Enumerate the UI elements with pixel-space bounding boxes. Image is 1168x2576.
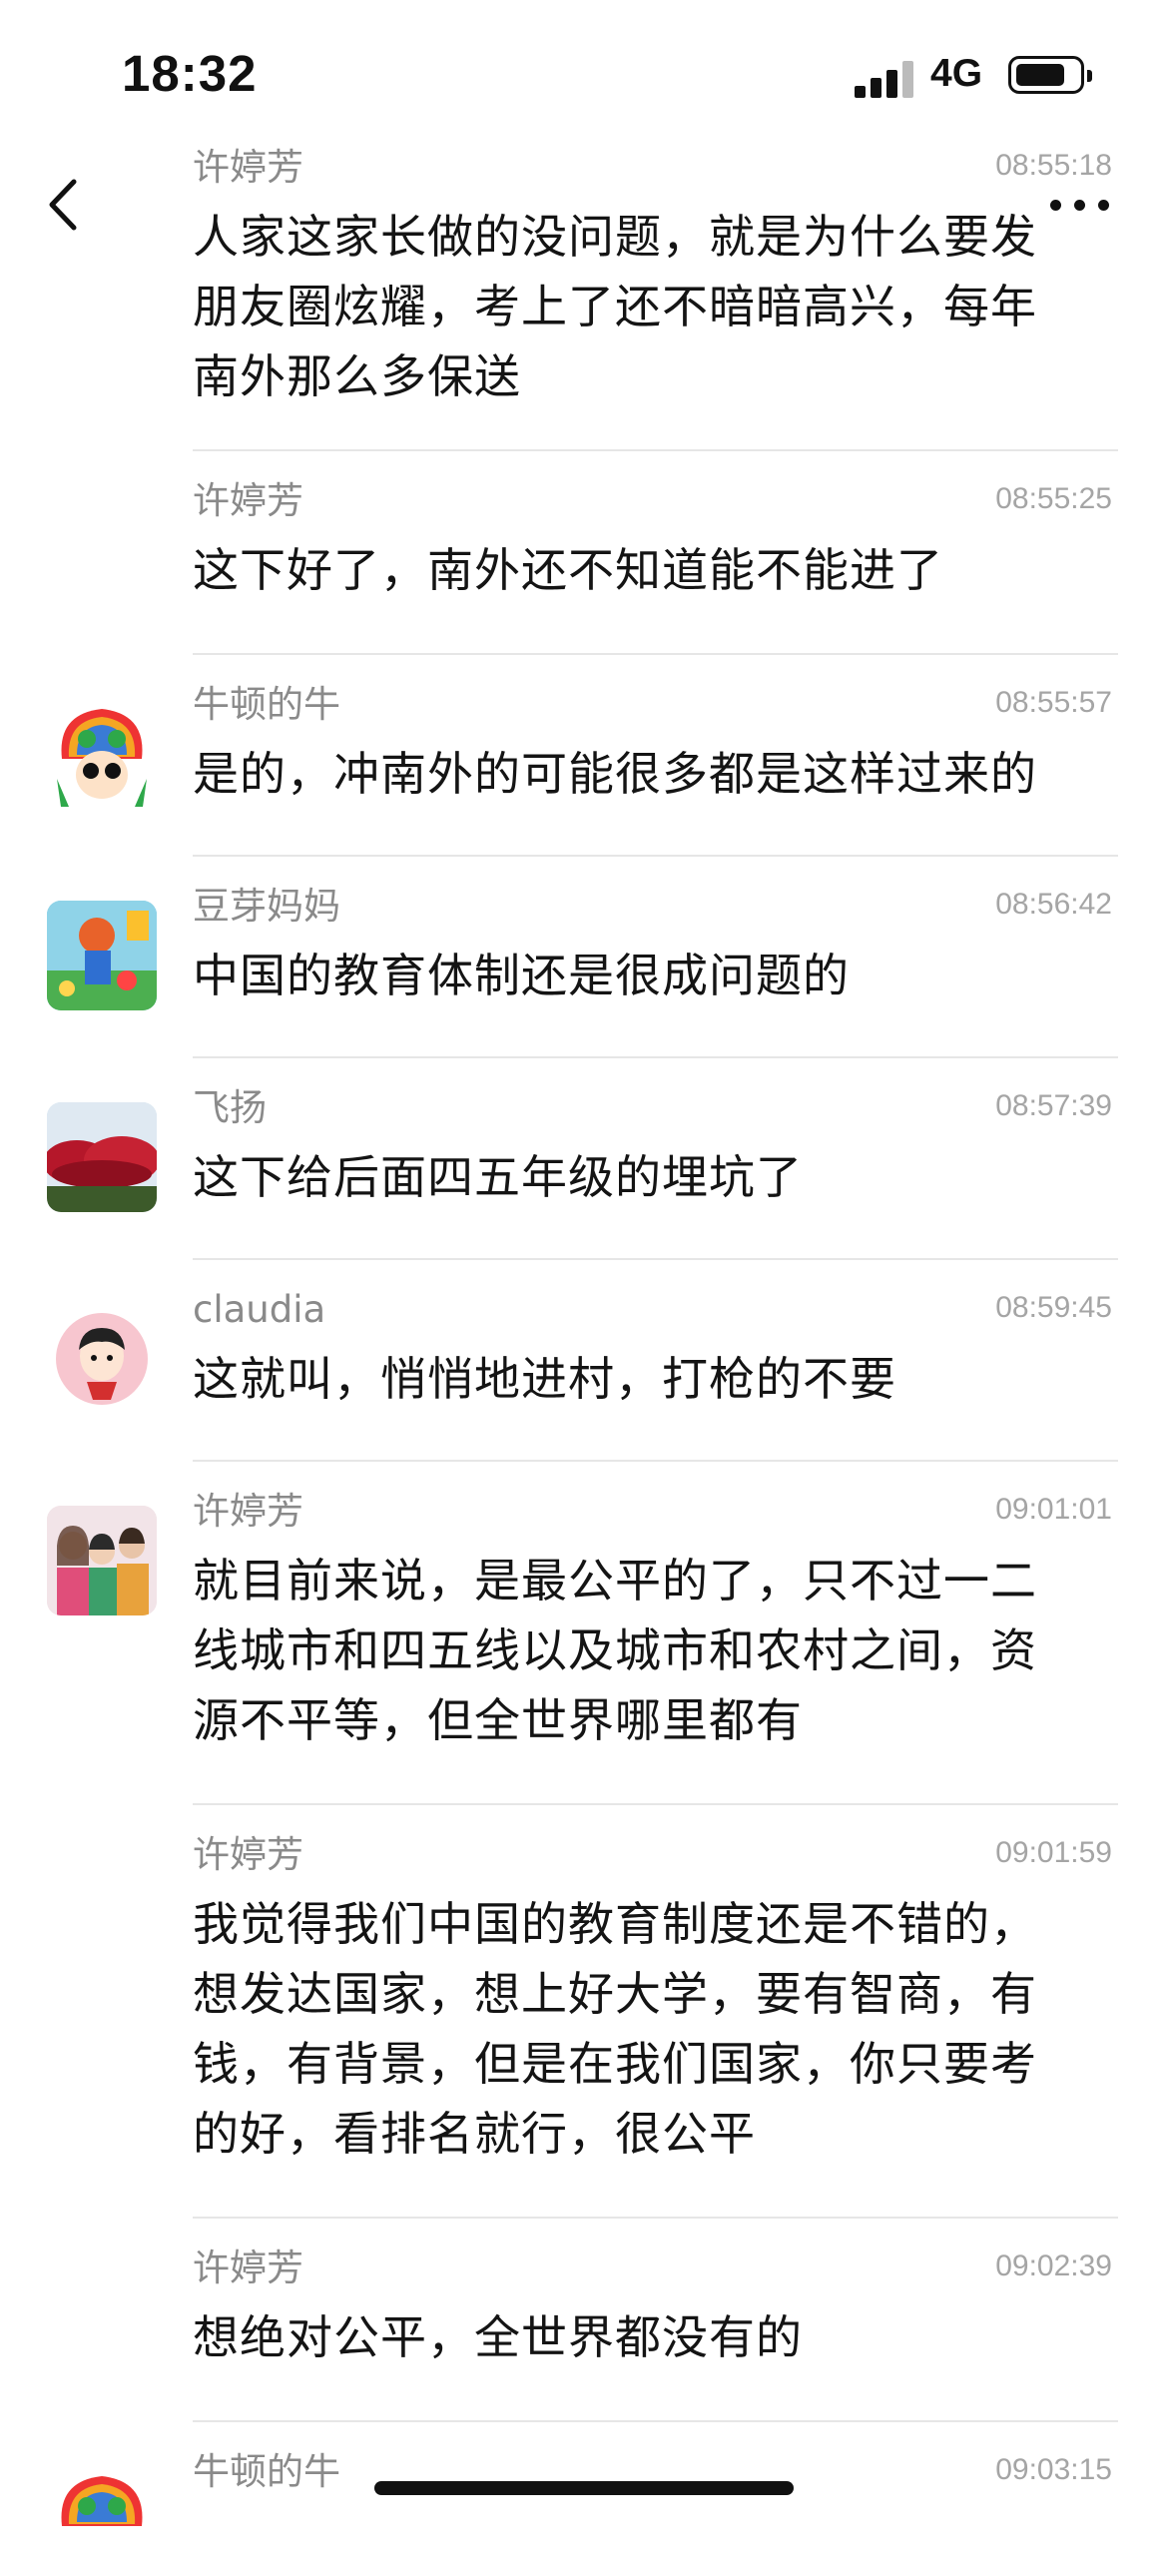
message-text: 就目前来说，是最公平的了，只不过一二 线城市和四五线以及城市和农村之间，资 源不… — [193, 1554, 1037, 1747]
avatar[interactable] — [47, 901, 157, 1010]
message-time: 09:02:39 — [995, 2250, 1112, 2282]
cellular-signal-icon — [855, 60, 914, 98]
home-indicator[interactable] — [374, 2481, 794, 2495]
sender-name: 许婷芳 — [193, 2247, 303, 2289]
message-text: 人家这家长做的没问题，就是为什么要发 朋友圈炫耀，考上了还不暗暗高兴，每年 南外… — [193, 210, 1037, 403]
message-text: 中国的教育体制还是很成问题的 — [193, 949, 850, 1002]
network-type: 4G — [930, 52, 983, 95]
family-photo-avatar — [47, 1506, 157, 1615]
sender-name: 许婷芳 — [193, 1490, 303, 1533]
cartoon-character-avatar — [61, 2476, 143, 2526]
message-list[interactable]: 许婷芳 08:55:18 人家这家长做的没问题，就是为什么要发 朋友圈炫耀，考上… — [0, 148, 1168, 2576]
message-text: 这就叫，悄悄地进村，打枪的不要 — [193, 1352, 896, 1406]
message-text: 想绝对公平，全世界都没有的 — [193, 2310, 803, 2364]
message-text: 这下给后面四五年级的埋坑了 — [193, 1150, 803, 1204]
sender-name: 牛顿的牛 — [193, 683, 340, 726]
message-time: 08:56:42 — [995, 888, 1112, 921]
message-time: 09:03:15 — [995, 2453, 1112, 2486]
message-time: 09:01:59 — [995, 1836, 1112, 1869]
message-item[interactable]: claudia 08:59:45 这就叫，悄悄地进村，打枪的不要 — [0, 1260, 1168, 1462]
message-time: 08:55:18 — [995, 149, 1112, 182]
message-time: 08:59:45 — [995, 1291, 1112, 1324]
message-item[interactable]: 牛顿的牛 08:55:57 是的，冲南外的可能很多都是这样过来的 — [0, 655, 1168, 857]
message-time: 08:55:25 — [995, 482, 1112, 515]
avatar[interactable] — [47, 1506, 157, 1615]
message-text: 我觉得我们中国的教育制度还是不错的， 想发达国家，想上好大学，要有智商，有 钱，… — [193, 1897, 1037, 2161]
message-time: 08:55:57 — [995, 686, 1112, 719]
sender-name: 许婷芳 — [193, 146, 303, 189]
message-item[interactable]: 许婷芳 09:01:01 就目前来说，是最公平的了，只不过一二 线城市和四五线以… — [0, 1462, 1168, 1805]
battery-icon — [1008, 56, 1092, 94]
message-item[interactable]: 豆芽妈妈 08:56:42 中国的教育体制还是很成问题的 — [0, 857, 1168, 1058]
sender-name: 豆芽妈妈 — [193, 885, 340, 928]
cartoon-boy-avatar — [56, 1313, 148, 1405]
status-bar: 18:32 4G — [0, 0, 1168, 150]
sender-name: claudia — [193, 1288, 326, 1331]
sender-name: 许婷芳 — [193, 1833, 303, 1876]
flowering-tree-avatar — [47, 1102, 157, 1212]
avatar[interactable] — [47, 2466, 157, 2576]
cartoon-character-avatar — [57, 709, 147, 807]
message-item[interactable]: 许婷芳 08:55:18 人家这家长做的没问题，就是为什么要发 朋友圈炫耀，考上… — [0, 148, 1168, 451]
avatar[interactable] — [47, 1304, 157, 1414]
message-item[interactable]: 许婷芳 09:01:59 我觉得我们中国的教育制度还是不错的， 想发达国家，想上… — [0, 1805, 1168, 2219]
avatar[interactable] — [47, 699, 157, 809]
sender-name: 牛顿的牛 — [193, 2450, 340, 2493]
message-text: 这下好了，南外还不知道能不能进了 — [193, 543, 943, 597]
message-item[interactable]: 飞扬 08:57:39 这下给后面四五年级的埋坑了 — [0, 1058, 1168, 1260]
avatar[interactable] — [47, 1102, 157, 1212]
message-time: 09:01:01 — [995, 1493, 1112, 1526]
sender-name: 许婷芳 — [193, 479, 303, 522]
message-item[interactable]: 许婷芳 09:02:39 想绝对公平，全世界都没有的 — [0, 2219, 1168, 2422]
status-time: 18:32 — [122, 45, 258, 102]
message-text: 是的，冲南外的可能很多都是这样过来的 — [193, 747, 1037, 801]
message-item[interactable]: 许婷芳 08:55:25 这下好了，南外还不知道能不能进了 — [0, 451, 1168, 655]
message-time: 08:57:39 — [995, 1089, 1112, 1122]
sender-name: 飞扬 — [193, 1086, 267, 1129]
cartoon-painting-avatar — [47, 901, 157, 1010]
